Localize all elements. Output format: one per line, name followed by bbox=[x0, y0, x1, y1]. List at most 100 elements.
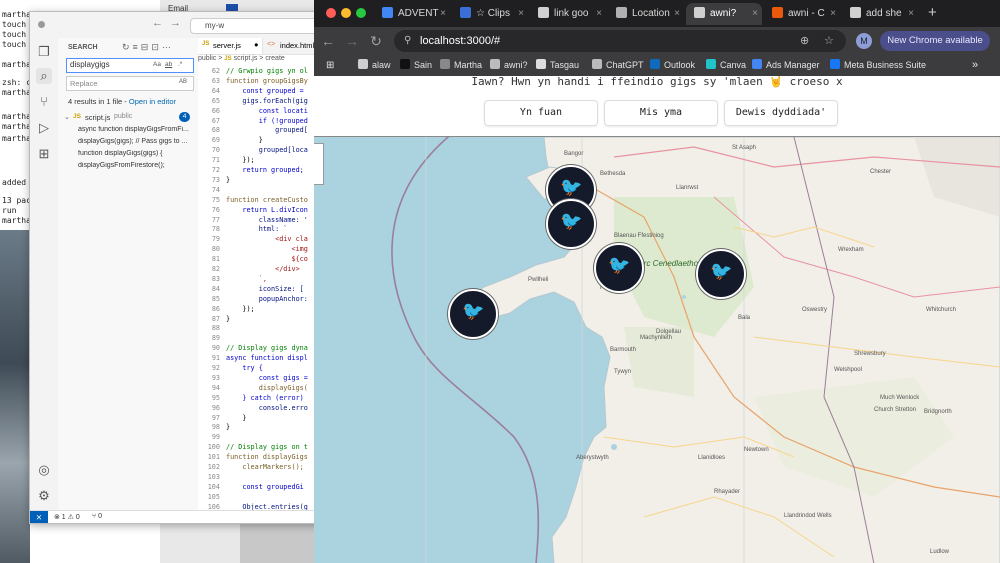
filter-choose-dates-button[interactable]: Dewis dyddiada' bbox=[724, 100, 838, 126]
code-text: } catch (error) bbox=[226, 393, 304, 402]
browser-tab[interactable]: ☆ Clips × bbox=[452, 3, 528, 25]
open-in-editor-link[interactable]: Open in editor bbox=[129, 97, 176, 106]
reload-icon[interactable]: ↻ bbox=[368, 33, 384, 49]
unsaved-dot-icon[interactable]: ● bbox=[254, 40, 259, 49]
bookmark-label: awni? bbox=[504, 60, 528, 70]
browser-tab[interactable]: awni - C × bbox=[764, 3, 840, 25]
line-number: 86 bbox=[211, 304, 220, 313]
apps-grid-icon[interactable]: ⊞ bbox=[326, 58, 334, 73]
browser-tab[interactable]: awni? × bbox=[686, 3, 762, 25]
breadcrumb-item[interactable]: create bbox=[265, 55, 284, 62]
gig-map[interactable]: St Asaph Chester Bangor Bethesda Llanrwst Wre… bbox=[314, 136, 1000, 563]
maximize-window-button[interactable] bbox=[356, 8, 366, 18]
chrome-update-button[interactable]: New Chrome available bbox=[880, 31, 990, 51]
search-input[interactable]: displaygigs Aa ab .* bbox=[66, 58, 194, 73]
search-result-item[interactable]: async function displayGigsFromFi... bbox=[78, 126, 196, 137]
command-center-search[interactable]: my-w bbox=[190, 18, 318, 34]
account-icon[interactable]: ◎ bbox=[36, 462, 52, 478]
profile-avatar[interactable]: M bbox=[856, 33, 872, 49]
gig-marker[interactable]: 🐦 bbox=[448, 289, 498, 339]
back-arrow-icon[interactable]: ← bbox=[320, 33, 336, 49]
close-window-button[interactable] bbox=[326, 8, 336, 18]
close-tab-icon[interactable]: × bbox=[830, 3, 836, 25]
close-tab-icon[interactable]: × bbox=[440, 3, 446, 25]
code-text: </div> bbox=[226, 265, 300, 273]
bookmark-item[interactable]: alaw bbox=[358, 58, 391, 73]
ports-indicator[interactable]: ⑂ 0 bbox=[92, 513, 102, 520]
code-line: 99 bbox=[198, 432, 226, 442]
line-number: 70 bbox=[211, 146, 220, 155]
window-dot[interactable] bbox=[38, 21, 45, 28]
browser-tab[interactable]: link goo × bbox=[530, 3, 606, 25]
line-number: 95 bbox=[211, 393, 220, 402]
code-text: try { bbox=[226, 364, 263, 372]
extensions-icon[interactable]: ⊞ bbox=[36, 146, 52, 162]
breadcrumb-item[interactable]: script.js bbox=[234, 55, 258, 62]
search-result-item[interactable]: displayGigsFromFirestore(); bbox=[78, 162, 196, 173]
tab-favicon-icon bbox=[382, 7, 393, 18]
close-tab-icon[interactable]: × bbox=[518, 3, 524, 25]
source-control-icon[interactable]: ⑂ bbox=[36, 94, 52, 110]
minimize-window-button[interactable] bbox=[341, 8, 351, 18]
filter-this-month-button[interactable]: Mis yma bbox=[604, 100, 718, 126]
site-info-icon[interactable]: ⚲ bbox=[404, 30, 411, 52]
tab-server-js[interactable]: JS server.js ● bbox=[198, 38, 263, 54]
close-tab-icon[interactable]: × bbox=[596, 3, 602, 25]
bookmark-item[interactable]: Ads Manager bbox=[752, 58, 820, 73]
back-arrow-icon[interactable]: ← bbox=[152, 17, 163, 29]
bookmark-star-icon[interactable]: ☆ bbox=[824, 30, 834, 52]
map-zoom-control[interactable] bbox=[314, 143, 324, 185]
bookmark-item[interactable]: Meta Business Suite bbox=[830, 58, 926, 73]
omnibox[interactable]: ⚲ localhost:3000/# ⊕ ☆ bbox=[394, 30, 846, 52]
line-number: 104 bbox=[207, 482, 220, 491]
search-result-item[interactable]: function displayGigs(gigs) { bbox=[78, 150, 196, 161]
search-icon[interactable]: ⌕ bbox=[36, 68, 52, 84]
tab-index-html[interactable]: <> index.html bbox=[264, 38, 320, 54]
browser-tab[interactable]: Location × bbox=[608, 3, 684, 25]
tab-favicon-icon bbox=[616, 7, 627, 18]
result-file-row[interactable]: ⌄ JS script.js public 4 bbox=[64, 112, 194, 124]
filter-soon-button[interactable]: Yn fuan bbox=[484, 100, 598, 126]
search-actions-icons[interactable]: ↻≡⊟⊡⋯ bbox=[122, 42, 174, 53]
remote-indicator-icon[interactable]: ⨯ bbox=[30, 511, 48, 523]
bookmark-item[interactable]: Tasgau bbox=[536, 58, 579, 73]
line-number: 80 bbox=[211, 245, 220, 254]
line-number: 64 bbox=[211, 86, 220, 95]
run-debug-icon[interactable]: ▷ bbox=[36, 120, 52, 136]
bookmark-item[interactable]: ChatGPT bbox=[592, 58, 644, 73]
gig-marker[interactable]: 🐦 bbox=[594, 243, 644, 293]
gig-marker[interactable]: 🐦 bbox=[696, 249, 746, 299]
explorer-icon[interactable]: ❐ bbox=[36, 44, 52, 60]
bookmark-item[interactable]: Outlook bbox=[650, 58, 695, 73]
more-bookmarks-chevron-icon[interactable]: » bbox=[972, 58, 978, 73]
forward-arrow-icon[interactable]: → bbox=[170, 17, 181, 29]
close-tab-icon[interactable]: × bbox=[752, 3, 758, 25]
settings-gear-icon[interactable]: ⚙ bbox=[36, 488, 52, 504]
browser-tab[interactable]: add she × bbox=[842, 3, 918, 25]
code-area[interactable]: 62 // Grwpio gigs yn ol 63 function groupGi… bbox=[198, 66, 320, 510]
map-place-label: Newtown bbox=[744, 447, 769, 453]
match-case-toggle[interactable]: Aa bbox=[153, 61, 161, 68]
preserve-case-toggle[interactable]: AB bbox=[179, 79, 187, 85]
map-place-label: Welshpool bbox=[834, 367, 862, 373]
forward-arrow-icon[interactable]: → bbox=[344, 33, 360, 49]
browser-tab[interactable]: ADVENT × bbox=[374, 3, 450, 25]
code-line: 75 function createCusto bbox=[198, 195, 308, 205]
bookmark-item[interactable]: Sain bbox=[400, 58, 432, 73]
breadcrumb-item[interactable]: public bbox=[198, 55, 216, 62]
bookmark-item[interactable]: awni? bbox=[490, 58, 528, 73]
match-whole-word-toggle[interactable]: ab bbox=[165, 61, 172, 68]
replace-input[interactable]: Replace AB bbox=[66, 76, 194, 91]
gig-marker[interactable]: 🐦 bbox=[546, 199, 596, 249]
zoom-icon[interactable]: ⊕ bbox=[800, 30, 809, 52]
close-tab-icon[interactable]: × bbox=[674, 3, 680, 25]
bookmark-item[interactable]: Martha bbox=[440, 58, 482, 73]
regex-toggle[interactable]: .* bbox=[178, 61, 182, 68]
search-result-item[interactable]: displayGigs(gigs); // Pass gigs to ... bbox=[78, 138, 196, 149]
editor-tabs: JS server.js ● <> index.html bbox=[198, 38, 320, 55]
new-tab-button[interactable]: + bbox=[928, 4, 937, 21]
bookmark-item[interactable]: Canva bbox=[706, 58, 746, 73]
close-tab-icon[interactable]: × bbox=[908, 3, 914, 25]
problems-indicator[interactable]: ⊗ 1 ⚠ 0 bbox=[54, 513, 80, 521]
line-number: 74 bbox=[211, 185, 220, 194]
